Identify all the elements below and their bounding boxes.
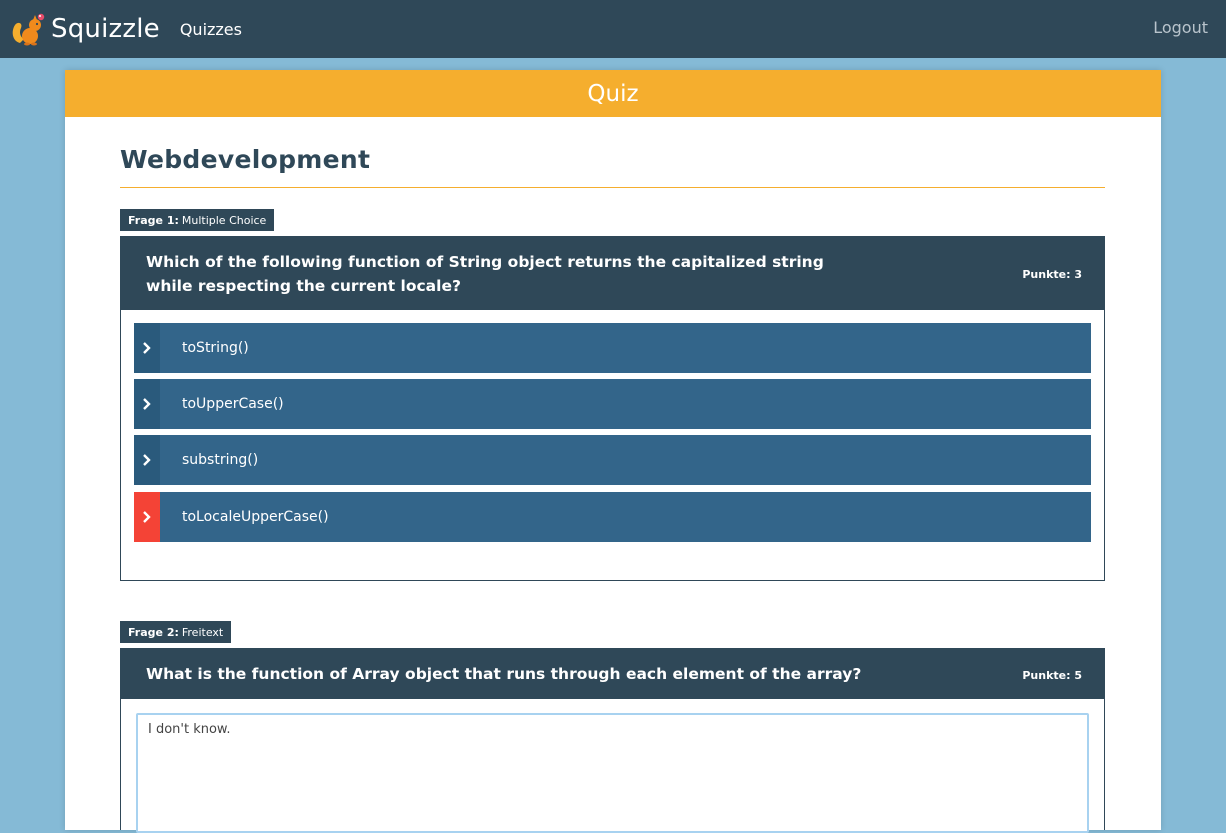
question-1-tag: Frage 1: Multiple Choice	[120, 209, 275, 231]
answer-label: toUpperCase()	[182, 396, 284, 412]
chevron-right-icon	[143, 342, 151, 354]
question-1-text: Which of the following function of Strin…	[146, 252, 824, 295]
question-2-type: Freitext	[181, 625, 224, 639]
card-header: Quiz	[65, 70, 1161, 117]
question-1-points: Punkte: 3	[1022, 268, 1082, 281]
freetext-answer-input[interactable]: I don't know.	[136, 713, 1089, 833]
answer-marker	[134, 379, 160, 429]
page-title: Webdevelopment	[120, 145, 371, 174]
title-divider	[120, 187, 1105, 188]
question-2-tag: Frage 2: Freitext	[120, 621, 232, 643]
brand-name: Squizzle	[51, 14, 160, 44]
question-2-number: Frage 2:	[128, 625, 179, 639]
answer-marker-selected	[134, 492, 160, 542]
chevron-right-icon	[143, 398, 151, 410]
question-2-points: Punkte: 5	[1022, 669, 1082, 682]
question-2-header: What is the function of Array object tha…	[121, 649, 1104, 699]
answer-option-4-selected[interactable]: toLocaleUpperCase()	[134, 492, 1091, 542]
answer-marker	[134, 435, 160, 485]
question-1-type: Multiple Choice	[181, 213, 267, 227]
answer-label: toLocaleUpperCase()	[182, 509, 329, 525]
nav-link-quizzes[interactable]: Quizzes	[180, 20, 242, 39]
question-2-text: What is the function of Array object tha…	[146, 665, 862, 683]
brand-link[interactable]: Squizzle	[10, 11, 160, 47]
answer-option-1[interactable]: toString()	[134, 323, 1091, 373]
question-2-box: What is the function of Array object tha…	[120, 648, 1105, 833]
question-1-header: Which of the following function of Strin…	[121, 237, 1104, 310]
squirrel-logo-icon	[12, 13, 45, 46]
answer-option-3[interactable]: substring()	[134, 435, 1091, 485]
top-navbar: Squizzle Quizzes Logout	[0, 0, 1226, 58]
question-1-number: Frage 1:	[128, 213, 179, 227]
quiz-card: Quiz Webdevelopment Frage 1: Multiple Ch…	[65, 70, 1161, 833]
chevron-right-icon	[143, 511, 151, 523]
answer-marker	[134, 323, 160, 373]
question-1-box: Which of the following function of Strin…	[120, 236, 1105, 581]
logout-link[interactable]: Logout	[1153, 18, 1208, 37]
answer-option-2[interactable]: toUpperCase()	[134, 379, 1091, 429]
answer-label: toString()	[182, 340, 249, 356]
chevron-right-icon	[143, 454, 151, 466]
answer-label: substring()	[182, 452, 259, 468]
